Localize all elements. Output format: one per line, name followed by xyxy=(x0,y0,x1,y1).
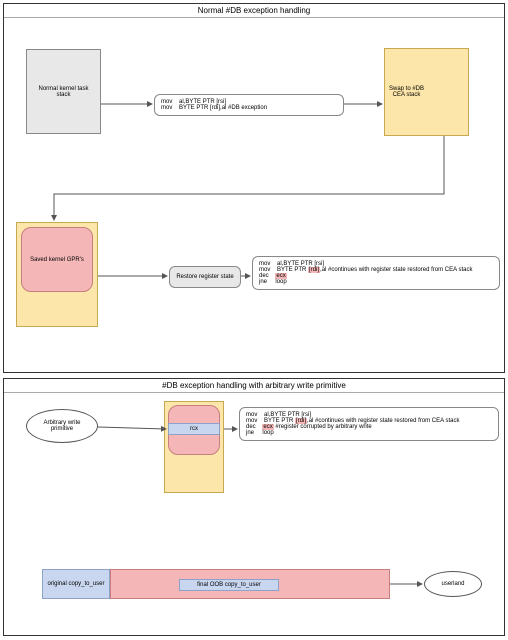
code-block-3: mov al,BYTE PTR [rsi] mov BYTE PTR [rdi]… xyxy=(239,407,499,441)
section1-title: Normal #DB exception handling xyxy=(4,4,504,18)
oob-copy-label: final OOB copy_to_user xyxy=(197,582,261,588)
code-block-2: mov al,BYTE PTR [rsi] mov BYTE PTR [rdi]… xyxy=(252,256,500,290)
ellipse-userland: userland xyxy=(424,571,482,597)
box-oob-copy-label: final OOB copy_to_user xyxy=(179,579,279,591)
cea-stack-label: Swap to #DB CEA stack xyxy=(389,86,424,98)
box-original-copy: original copy_to_user xyxy=(42,569,110,599)
code2-line2: mov BYTE PTR [rdi],al #continues with re… xyxy=(259,267,493,273)
code3-line4: jne loop xyxy=(246,430,492,436)
code2-line4: jne loop xyxy=(259,279,493,285)
box-restore-state: Restore register state xyxy=(169,266,241,288)
restore-label: Restore register state xyxy=(176,274,233,280)
section2-title: #DB exception handling with arbitrary wr… xyxy=(4,379,504,393)
saved-gpr-label: Saved kernel GPR's xyxy=(30,257,84,263)
box-rcx-slot: rcx xyxy=(168,423,220,435)
section-arbitrary-write: #DB exception handling with arbitrary wr… xyxy=(3,378,505,636)
code1-line2: mov BYTE PTR [rdi],al #DB exception xyxy=(161,105,337,111)
box-cea-stack: Swap to #DB CEA stack xyxy=(384,48,469,136)
arb-write-label: Arbitrary write primitive xyxy=(43,420,80,432)
rcx-label: rcx xyxy=(190,426,198,432)
code-block-1: mov al,BYTE PTR [rsi] mov BYTE PTR [rdi]… xyxy=(154,94,344,116)
section-normal-db: Normal #DB exception handling Normal ker… xyxy=(3,3,505,373)
box-kernel-stack: Normal kernel task stack xyxy=(26,49,101,134)
kernel-stack-label: Normal kernel task stack xyxy=(38,86,88,98)
box-saved-gpr: Saved kernel GPR's xyxy=(21,227,93,292)
userland-label: userland xyxy=(441,581,464,587)
orig-copy-label: original copy_to_user xyxy=(47,581,104,587)
ellipse-arbitrary-write: Arbitrary write primitive xyxy=(26,409,98,443)
